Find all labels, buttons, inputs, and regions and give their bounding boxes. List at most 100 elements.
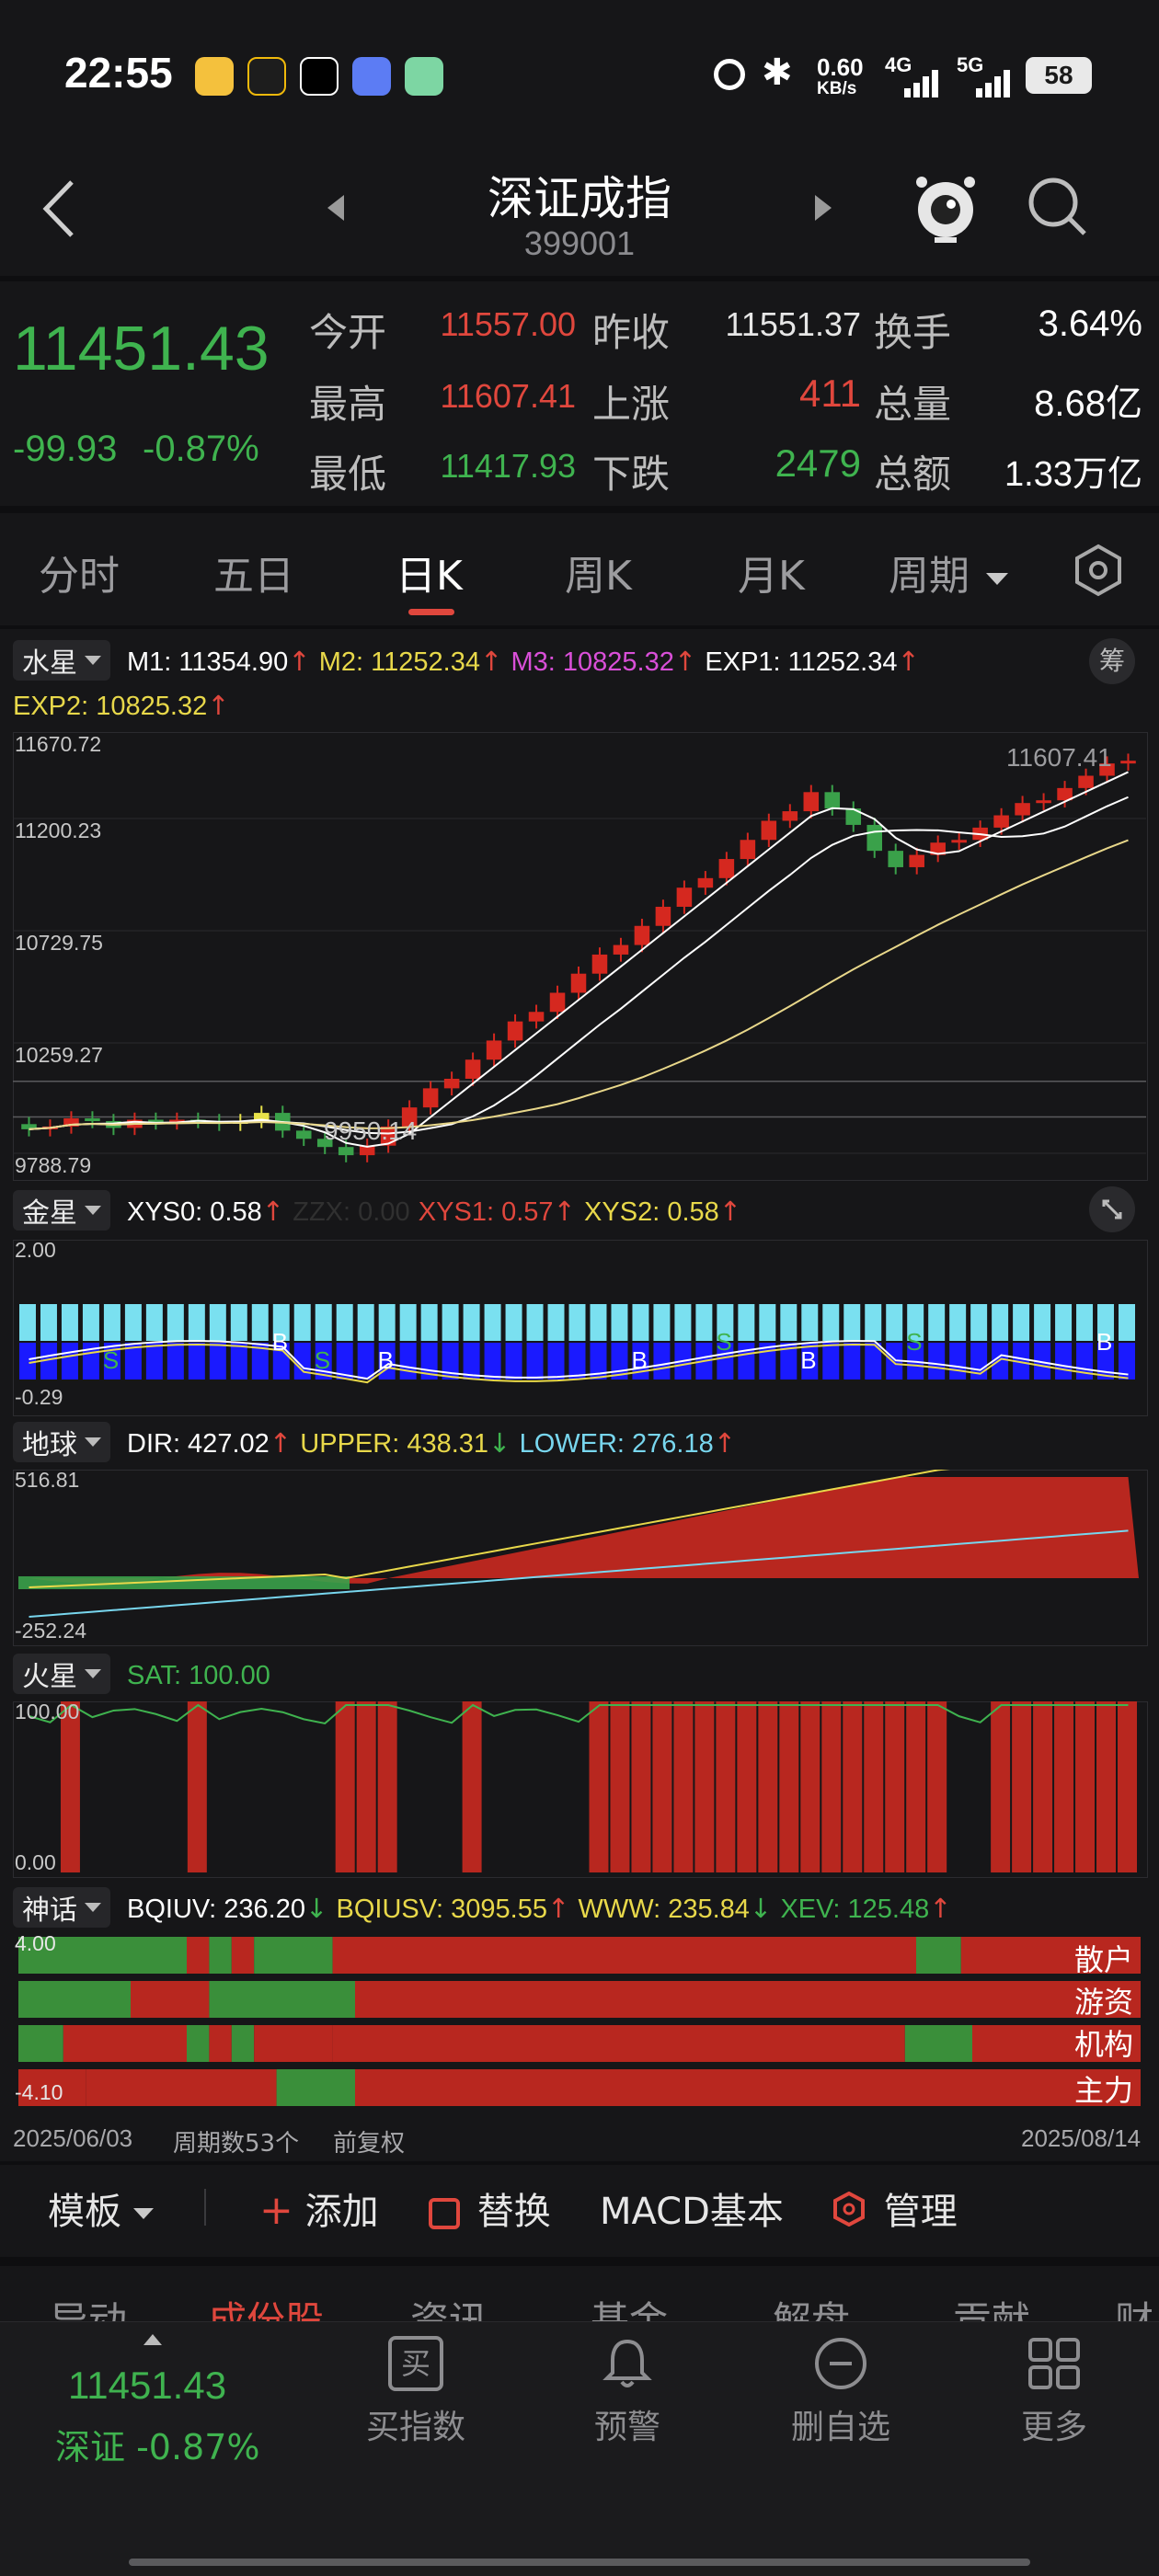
candle-body <box>761 820 777 841</box>
shen-row-label-hotmoney: 游资 <box>1074 1985 1134 2020</box>
jin-bar-bottom <box>19 1343 36 1380</box>
jin-signal-marker: B <box>1096 1328 1112 1356</box>
down-arrow-icon: ↓ <box>304 1893 328 1924</box>
high-value: 11607.41 <box>440 377 576 415</box>
remove-watchlist-button[interactable]: 删自选 <box>758 2336 924 2448</box>
range-start-date: 2025/06/03 <box>13 2124 133 2152</box>
huo-bar <box>187 1701 207 1872</box>
jin-bar-bottom <box>738 1343 755 1380</box>
shen-segment <box>355 1981 1141 2018</box>
chip-distribution-button[interactable]: 筹 <box>1089 638 1135 684</box>
chip-button-label: 筹 <box>1098 646 1125 676</box>
upper-value: UPPER: 438.31 <box>300 1429 489 1459</box>
mascot-icon[interactable] <box>911 171 981 245</box>
template-button[interactable]: 模板 <box>48 2181 154 2235</box>
jin-chart[interactable]: SBS B BSBS B <box>13 1240 1146 1414</box>
tab-period[interactable]: 周期 <box>889 543 1008 601</box>
jin-bar-bottom <box>357 1343 374 1380</box>
jin-bar-top <box>484 1304 501 1341</box>
jin-signal-marker: B <box>631 1346 647 1374</box>
prev-close-label: 昨收 <box>592 310 671 355</box>
up-arrow-icon: ↑ <box>897 646 920 677</box>
chart-settings-icon[interactable] <box>1071 543 1126 598</box>
buy-index-button[interactable]: 买 买指数 <box>333 2336 499 2448</box>
manage-button[interactable]: 管理 <box>832 2181 958 2236</box>
jin-signal-marker: S <box>906 1328 922 1356</box>
candle-body <box>1120 761 1136 764</box>
huo-bar <box>335 1701 355 1872</box>
up-arrow-icon: ↑ <box>718 1196 742 1227</box>
alert-button[interactable]: 预警 <box>545 2336 710 2448</box>
candle-body <box>1036 800 1051 804</box>
up-arrow-icon: ↑ <box>207 690 230 721</box>
di-chart[interactable] <box>13 1470 1146 1644</box>
tab-monthly-k[interactable]: 月K <box>738 543 805 601</box>
huo-bar <box>1075 1701 1096 1872</box>
tab-contribution[interactable]: 贡献 <box>953 2290 1030 2321</box>
more-button[interactable]: 更多 <box>971 2336 1137 2448</box>
tab-movement[interactable]: 异动 <box>50 2290 127 2321</box>
jin-bar-top <box>230 1304 247 1341</box>
tab-constituents[interactable]: 成份股 <box>208 2290 324 2321</box>
expand-up-icon[interactable] <box>143 2334 162 2345</box>
tab-intraday[interactable]: 分时 <box>39 543 120 601</box>
huo-bar <box>1012 1701 1032 1872</box>
tab-analysis[interactable]: 解盘 <box>773 2290 850 2321</box>
add-indicator-button[interactable]: + 添加 <box>259 2181 379 2235</box>
app-icon-qk <box>300 57 339 96</box>
down-count-label: 下跌 <box>592 452 671 497</box>
huo-y-bottom: 0.00 <box>15 1850 56 1874</box>
macd-basic-button[interactable]: MACD基本 <box>600 2181 784 2235</box>
open-label: 今开 <box>309 310 387 355</box>
expand-icon[interactable] <box>1089 1186 1135 1232</box>
candle-body <box>993 815 1009 828</box>
di-area <box>18 1477 1139 1584</box>
xys2-value: XYS2: 0.58 <box>584 1197 719 1227</box>
jin-bar-top <box>505 1304 522 1341</box>
main-indicator-selector[interactable]: 水星 <box>13 640 110 681</box>
net-speed: 0.60 <box>817 53 864 81</box>
down-arrow-icon: ↓ <box>749 1893 773 1924</box>
tab-weekly-k[interactable]: 周K <box>565 543 632 601</box>
kline-chart[interactable] <box>13 732 1146 1179</box>
back-button[interactable] <box>37 177 92 241</box>
jin-bar-top <box>568 1304 586 1341</box>
jin-bar-top <box>145 1304 163 1341</box>
up-arrow-icon: ↑ <box>673 646 697 677</box>
signal-5g-icon <box>959 68 1016 97</box>
candle-body <box>1015 803 1030 816</box>
status-time: 22:55 <box>64 49 173 97</box>
tab-news[interactable]: 资讯 <box>410 2290 488 2321</box>
tab-funds[interactable]: 基金 <box>591 2290 668 2321</box>
jin-bar-bottom <box>484 1343 501 1380</box>
di-legend: DIR: 427.02↑ UPPER: 438.31↓ LOWER: 276.1… <box>127 1427 736 1460</box>
up-arrow-icon: ↑ <box>553 1196 576 1227</box>
shen-indicator-selector[interactable]: 神话 <box>13 1887 110 1928</box>
candle-body <box>528 1012 545 1022</box>
plus-icon: + <box>259 2187 293 2234</box>
prev-index-button[interactable] <box>322 189 350 226</box>
header-divider <box>0 276 1159 281</box>
shen-row-label-retail: 散户 <box>1074 1942 1134 1977</box>
huo-chart[interactable] <box>13 1701 1146 1876</box>
candle-body <box>824 792 841 809</box>
m2-value: M2: 11252.34 <box>318 647 480 677</box>
shen-chart[interactable] <box>13 1933 1146 2108</box>
di-indicator-selector[interactable]: 地球 <box>13 1422 110 1462</box>
tab-finance[interactable]: 财 <box>1115 2290 1153 2321</box>
next-index-button[interactable] <box>809 189 837 226</box>
search-icon[interactable] <box>1026 175 1090 239</box>
jin-bar-top <box>992 1304 1009 1341</box>
jin-signal-marker: S <box>103 1346 119 1374</box>
huo-indicator-selector[interactable]: 火星 <box>13 1654 110 1694</box>
jin-bar-bottom <box>61 1343 78 1380</box>
jin-indicator-selector[interactable]: 金星 <box>13 1190 110 1231</box>
tab-daily-k[interactable]: 日K <box>396 543 463 601</box>
alarm-icon <box>714 59 745 90</box>
jin-bar-top <box>526 1304 544 1341</box>
turnover-value: 3.64% <box>1038 303 1142 344</box>
replace-indicator-button[interactable]: 替换 <box>429 2181 551 2235</box>
tab-five-day[interactable]: 五日 <box>213 543 294 601</box>
volume-label: 总量 <box>874 382 952 427</box>
huo-y-top: 100.00 <box>15 1700 80 1723</box>
